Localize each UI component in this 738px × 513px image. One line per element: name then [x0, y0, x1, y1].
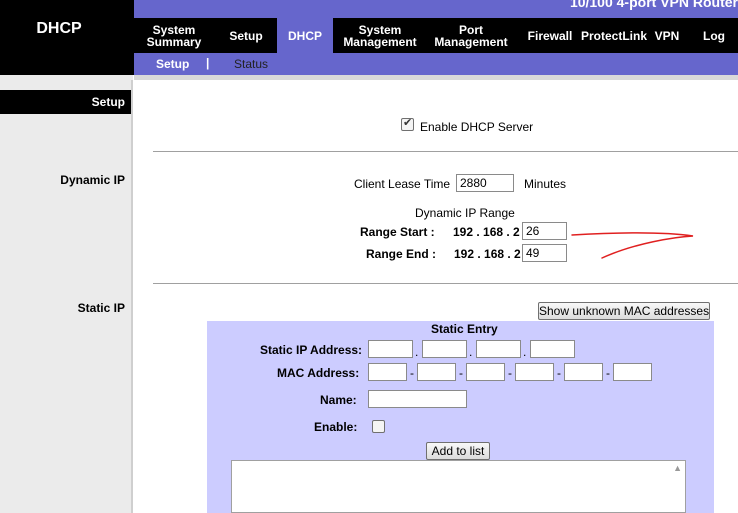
header-logo-area: DHCP [0, 0, 134, 75]
banner-title: 10/100 4-port VPN Router [569, 0, 738, 10]
subtab-separator: | [206, 56, 210, 70]
static-entry-list[interactable]: ▲ [231, 460, 686, 513]
mac-separator: - [410, 366, 414, 380]
sidebar-section-static-ip: Static IP [77, 301, 125, 315]
tab-label: Firewall [527, 28, 573, 43]
tab-label: DHCP [287, 28, 322, 43]
tab-label: Port Management [434, 22, 508, 49]
tab-protectlink[interactable]: ProtectLink [580, 18, 648, 53]
name-label: Name: [320, 393, 357, 407]
main-nav: System Summary Setup DHCP System Managem… [134, 18, 738, 53]
sidebar-divider [131, 80, 133, 513]
tab-setup[interactable]: Setup [220, 18, 272, 53]
scroll-up-icon[interactable]: ▲ [673, 463, 682, 473]
static-ip-octet-3[interactable] [476, 340, 521, 358]
static-ip-octet-2[interactable] [422, 340, 467, 358]
show-unknown-mac-button[interactable]: Show unknown MAC addresses [538, 302, 710, 320]
range-start-input[interactable] [522, 222, 567, 240]
sidebar [0, 75, 133, 513]
enable-static-checkbox[interactable] [372, 420, 385, 433]
tab-label: ProtectLink [580, 28, 647, 43]
lease-time-label: Client Lease Time [354, 177, 451, 191]
tab-vpn[interactable]: VPN [650, 18, 684, 53]
tab-dhcp[interactable]: DHCP [277, 18, 333, 53]
subnav-shadow [134, 75, 738, 80]
mac-separator: - [508, 366, 512, 380]
tab-firewall[interactable]: Firewall [524, 18, 576, 53]
mac-separator: - [459, 366, 463, 380]
range-end-prefix: 192 . 168 . 2 . [454, 247, 528, 261]
mac-octet-1[interactable] [368, 363, 407, 381]
static-ip-octet-1[interactable] [368, 340, 413, 358]
tab-label: System Management [343, 22, 417, 49]
tab-label: System Summary [146, 22, 202, 49]
annotation-arrow [571, 232, 694, 259]
enable-static-label: Enable: [314, 420, 358, 434]
range-start-label: Range Start : [360, 225, 435, 239]
mac-octet-3[interactable] [466, 363, 505, 381]
section-divider [153, 151, 738, 152]
range-end-input[interactable] [522, 244, 567, 262]
mac-octet-2[interactable] [417, 363, 456, 381]
tab-system-summary[interactable]: System Summary [134, 18, 214, 53]
sidebar-section-setup: Setup [91, 95, 125, 109]
tab-log[interactable]: Log [694, 18, 734, 53]
add-to-list-button[interactable]: Add to list [426, 442, 490, 460]
enable-dhcp-checkbox[interactable] [401, 116, 414, 131]
mac-octet-5[interactable] [564, 363, 603, 381]
mac-separator: - [606, 366, 610, 380]
static-entry-title: Static Entry [431, 322, 498, 336]
range-start-prefix: 192 . 168 . 2 . [453, 225, 527, 239]
mac-address-label: MAC Address: [277, 366, 360, 380]
dynamic-range-title: Dynamic IP Range [415, 206, 515, 220]
lease-time-unit: Minutes [524, 177, 567, 191]
mac-octet-4[interactable] [515, 363, 554, 381]
tab-label: Setup [229, 28, 263, 43]
static-ip-octet-4[interactable] [530, 340, 575, 358]
subtab-status[interactable]: Status [234, 57, 268, 71]
lease-time-input[interactable] [456, 174, 514, 192]
header-banner: 10/100 4-port VPN Router [134, 0, 738, 18]
tab-system-management[interactable]: System Management [340, 18, 420, 53]
sidebar-section-dynamic-ip: Dynamic IP [60, 173, 125, 187]
tab-port-management[interactable]: Port Management [431, 18, 511, 53]
ip-separator: . [469, 345, 473, 359]
subtab-setup[interactable]: Setup [156, 57, 189, 71]
enable-dhcp-label: Enable DHCP Server [420, 120, 534, 134]
mac-octet-6[interactable] [613, 363, 652, 381]
ip-separator: . [415, 345, 419, 359]
tab-label: VPN [654, 28, 680, 43]
static-ip-label: Static IP Address: [260, 343, 363, 357]
name-input[interactable] [368, 390, 467, 408]
mac-separator: - [557, 366, 561, 380]
page-title: DHCP [36, 20, 82, 37]
sub-nav: Setup | Status [134, 53, 738, 75]
section-divider [153, 283, 738, 284]
ip-separator: . [523, 345, 527, 359]
tab-label: Log [703, 28, 725, 43]
range-end-label: Range End : [366, 247, 437, 261]
